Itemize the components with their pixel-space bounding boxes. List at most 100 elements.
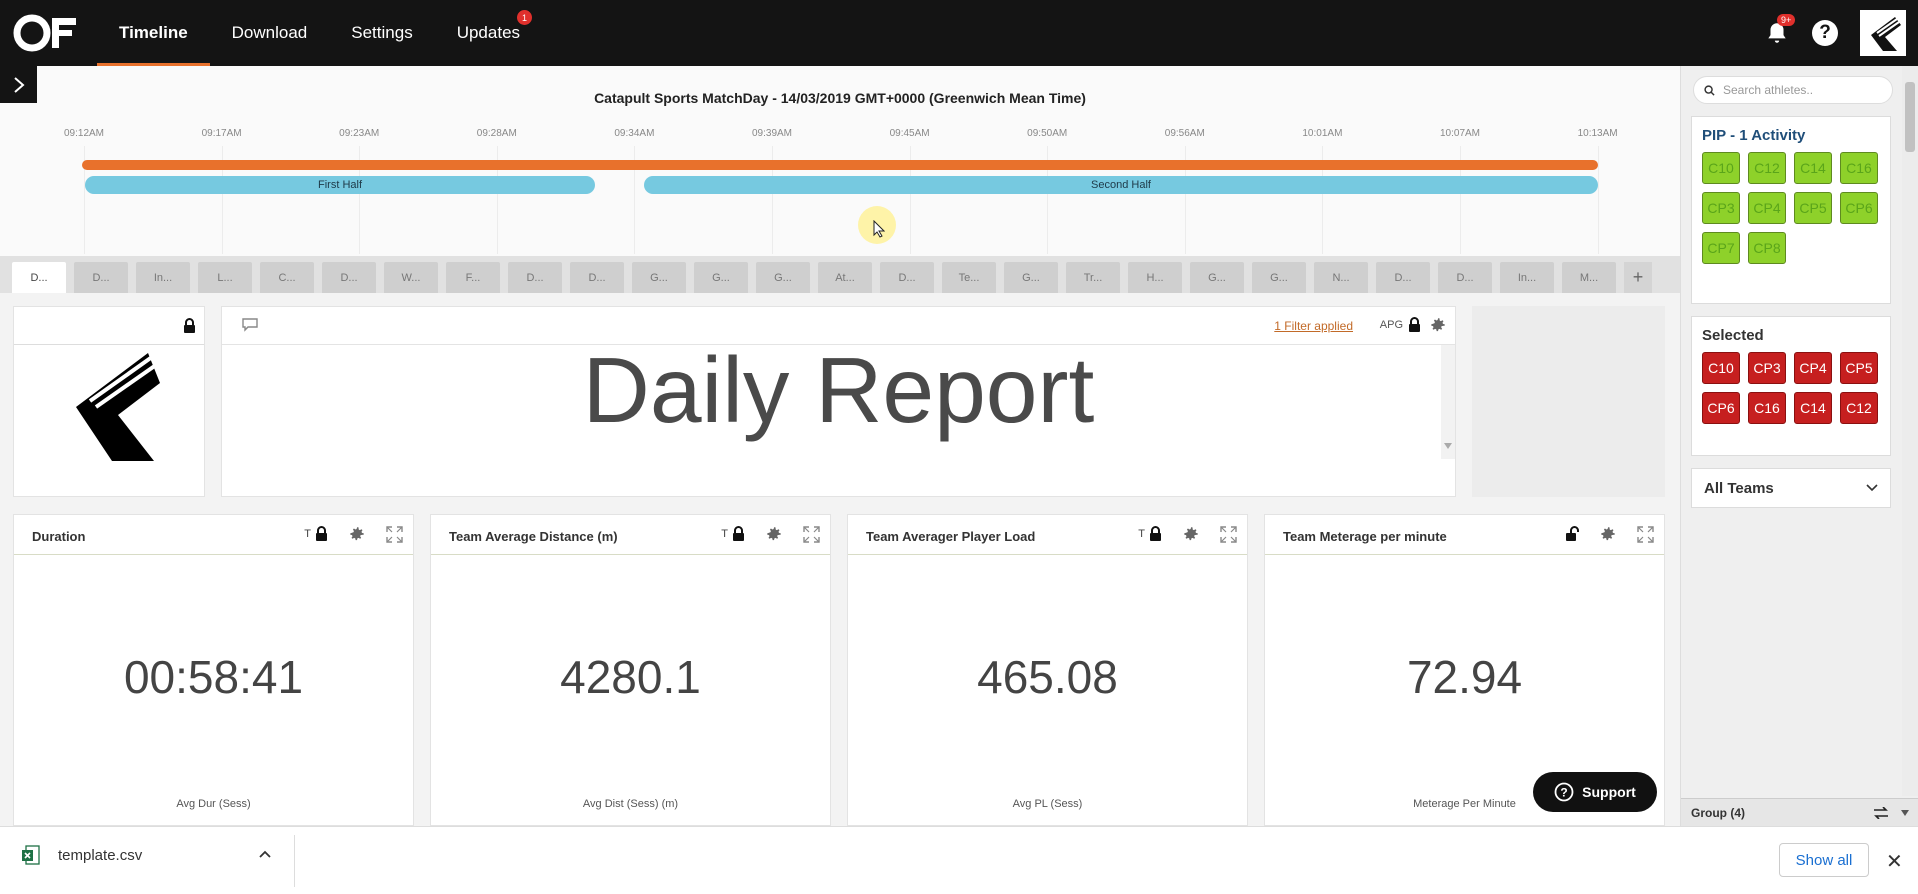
report-tab[interactable]: H... <box>1128 262 1182 293</box>
athlete-chip[interactable]: C16 <box>1840 152 1878 184</box>
report-tab[interactable]: M... <box>1562 262 1616 293</box>
report-tab[interactable]: G... <box>1190 262 1244 293</box>
athlete-chip[interactable]: CP6 <box>1840 192 1878 224</box>
report-tab[interactable]: D... <box>74 262 128 293</box>
comment-icon[interactable] <box>242 318 258 332</box>
athlete-chip[interactable]: C14 <box>1794 152 1832 184</box>
report-tab[interactable]: D... <box>570 262 624 293</box>
teams-dropdown[interactable]: All Teams <box>1691 468 1891 508</box>
sidebar-scrollbar[interactable] <box>1902 66 1918 796</box>
timeline-tick-label: 09:45AM <box>889 128 930 139</box>
swap-icon[interactable] <box>1873 806 1889 819</box>
widget-tools: T <box>1138 525 1237 543</box>
svg-text:?: ? <box>1561 786 1568 800</box>
report-tab[interactable]: D... <box>12 262 66 293</box>
athlete-chip[interactable]: CP5 <box>1794 192 1832 224</box>
gear-icon[interactable] <box>348 525 366 543</box>
lock-icon[interactable] <box>732 526 745 542</box>
athlete-chip[interactable]: CP6 <box>1702 392 1740 424</box>
athlete-chip[interactable]: CP3 <box>1702 192 1740 224</box>
report-tab[interactable]: D... <box>880 262 934 293</box>
report-tab[interactable]: D... <box>1376 262 1430 293</box>
widget-t-label[interactable]: T <box>304 528 311 540</box>
unlock-icon[interactable] <box>1565 526 1579 542</box>
lock-icon[interactable] <box>1149 526 1162 542</box>
question-circle-icon: ? <box>1554 782 1574 802</box>
report-lock-icon[interactable] <box>1408 317 1421 333</box>
report-tab[interactable]: L... <box>198 262 252 293</box>
report-tab[interactable]: G... <box>1252 262 1306 293</box>
report-tab[interactable]: N... <box>1314 262 1368 293</box>
download-item[interactable]: template.csv <box>22 845 142 865</box>
gear-icon[interactable] <box>1599 525 1617 543</box>
chevron-up-icon[interactable] <box>258 849 272 859</box>
athlete-chip[interactable]: C10 <box>1702 352 1740 384</box>
report-scrollbar[interactable] <box>1441 345 1455 459</box>
expand-icon[interactable] <box>386 525 403 543</box>
show-all-button[interactable]: Show all <box>1779 843 1869 877</box>
report-tab[interactable]: G... <box>694 262 748 293</box>
support-button[interactable]: ? Support <box>1533 772 1657 812</box>
expand-icon[interactable] <box>1637 525 1654 543</box>
report-tab[interactable]: In... <box>1500 262 1554 293</box>
report-tab[interactable]: G... <box>1004 262 1058 293</box>
report-tab[interactable]: D... <box>508 262 562 293</box>
openfield-logo[interactable] <box>12 12 78 54</box>
lock-icon[interactable] <box>315 526 328 542</box>
catapult-logo-button[interactable] <box>1860 10 1906 56</box>
athlete-search-input[interactable]: Search athletes.. <box>1693 76 1893 104</box>
caret-down-icon[interactable] <box>1901 809 1909 816</box>
athlete-chip[interactable]: CP3 <box>1748 352 1786 384</box>
athlete-chip[interactable]: CP7 <box>1702 232 1740 264</box>
notifications-button[interactable]: 9+ <box>1764 14 1796 46</box>
athlete-chip[interactable]: C10 <box>1702 152 1740 184</box>
report-tab[interactable]: Te... <box>942 262 996 293</box>
nav-download[interactable]: Download <box>210 0 330 66</box>
athlete-chip[interactable]: C14 <box>1794 392 1832 424</box>
period-first-half-label: First Half <box>318 179 362 191</box>
widget-title: Team Average Distance (m) <box>449 529 618 544</box>
report-tab[interactable]: W... <box>384 262 438 293</box>
close-icon[interactable]: ✕ <box>1886 849 1903 874</box>
group-bar[interactable]: Group (4) <box>1681 798 1918 826</box>
report-tab[interactable]: In... <box>136 262 190 293</box>
report-gear-icon[interactable] <box>1429 316 1447 334</box>
top-navigation-bar: Timeline Download Settings Updates 1 9+ ? <box>0 0 1918 66</box>
expand-icon[interactable] <box>803 525 820 543</box>
timeline-tick-label: 09:23AM <box>339 128 380 139</box>
nav-settings[interactable]: Settings <box>329 0 434 66</box>
scroll-down-icon[interactable] <box>1444 443 1452 449</box>
athlete-chip[interactable]: CP5 <box>1840 352 1878 384</box>
expand-icon[interactable] <box>1220 525 1237 543</box>
report-tab[interactable]: G... <box>756 262 810 293</box>
widget-t-label[interactable]: T <box>721 528 728 540</box>
help-button[interactable]: ? <box>1812 20 1838 46</box>
gear-icon[interactable] <box>765 525 783 543</box>
report-tab[interactable]: Tr... <box>1066 262 1120 293</box>
athlete-chip[interactable]: CP4 <box>1748 192 1786 224</box>
report-tab[interactable]: D... <box>1438 262 1492 293</box>
nav-updates[interactable]: Updates 1 <box>435 0 542 66</box>
athlete-chip[interactable]: C12 <box>1840 392 1878 424</box>
period-second-half[interactable]: Second Half <box>644 176 1598 194</box>
filter-applied-link[interactable]: 1 Filter applied <box>1274 319 1353 333</box>
athlete-chip[interactable]: C12 <box>1748 152 1786 184</box>
gear-icon[interactable] <box>1182 525 1200 543</box>
report-tab[interactable]: D... <box>322 262 376 293</box>
report-tab[interactable]: C... <box>260 262 314 293</box>
add-tab-button[interactable]: + <box>1624 262 1652 293</box>
notifications-badge: 9+ <box>1777 14 1796 26</box>
athlete-chip[interactable]: CP8 <box>1748 232 1786 264</box>
report-tab[interactable]: F... <box>446 262 500 293</box>
report-tab[interactable]: G... <box>632 262 686 293</box>
timeline-tick-label: 09:17AM <box>201 128 242 139</box>
report-tab[interactable]: At... <box>818 262 872 293</box>
period-first-half[interactable]: First Half <box>85 176 595 194</box>
athlete-chip[interactable]: CP4 <box>1794 352 1832 384</box>
logo-panel-lock-icon[interactable] <box>183 318 196 334</box>
nav-timeline[interactable]: Timeline <box>97 0 210 66</box>
widget-t-label[interactable]: T <box>1138 528 1145 540</box>
session-bar[interactable] <box>82 160 1598 170</box>
athlete-chip[interactable]: C16 <box>1748 392 1786 424</box>
sidebar-scroll-thumb[interactable] <box>1905 82 1915 152</box>
